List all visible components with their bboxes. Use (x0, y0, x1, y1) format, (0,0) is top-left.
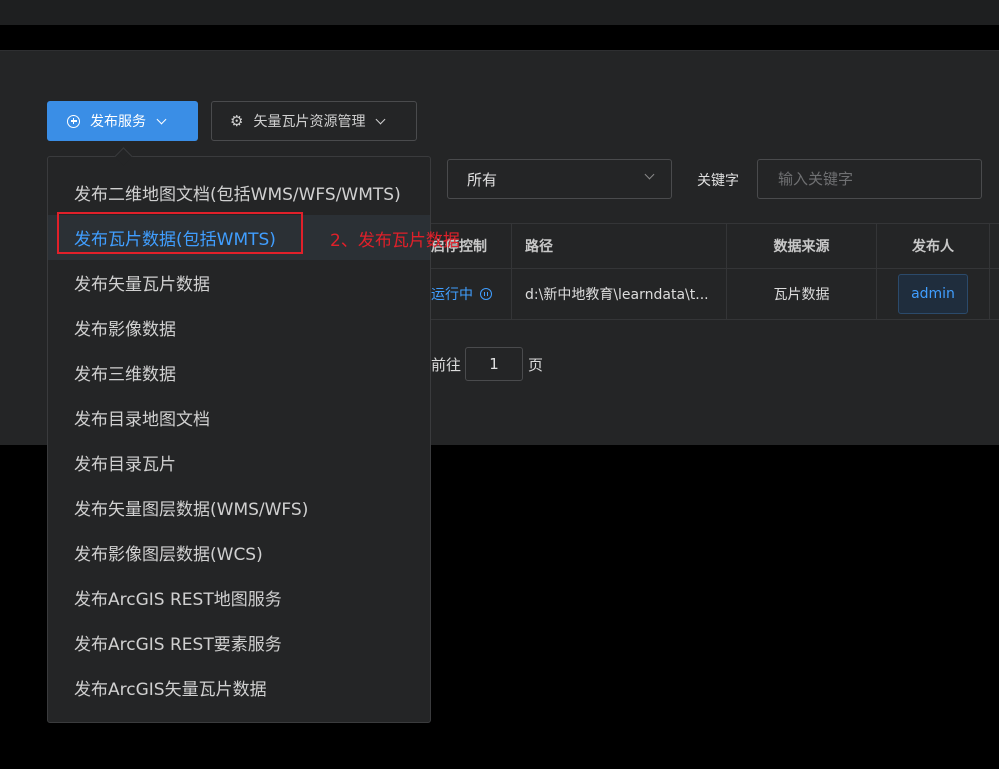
menu-item-publish-arcgis-vector-tile[interactable]: 发布ArcGIS矢量瓦片数据 (48, 665, 430, 710)
vector-tile-manage-button[interactable]: ⚙ 矢量瓦片资源管理 (211, 101, 417, 141)
page-input[interactable] (465, 347, 524, 381)
menu-item-publish-vector-layer[interactable]: 发布矢量图层数据(WMS/WFS) (48, 485, 430, 530)
type-select-value: 所有 (467, 170, 498, 189)
path-cell: d:\新中地教育\learndata\t... (512, 269, 727, 319)
source-cell: 瓦片数据 (727, 269, 877, 319)
pagination: 前往 页 (431, 347, 543, 381)
annotation-highlight-box (57, 212, 303, 254)
keyword-input[interactable] (757, 159, 982, 199)
type-select[interactable]: 所有 (447, 159, 672, 199)
header-source: 数据来源 (727, 224, 877, 268)
menu-item-publish-arcgis-map[interactable]: 发布ArcGIS REST地图服务 (48, 575, 430, 620)
annotation-text: 2、发布瓦片数据 (330, 231, 460, 251)
goto-label: 前往 (431, 355, 462, 374)
header-path: 路径 (512, 224, 727, 268)
menu-item-publish-catalog-tile[interactable]: 发布目录瓦片 (48, 440, 430, 485)
menu-item-publish-image-layer[interactable]: 发布影像图层数据(WCS) (48, 530, 430, 575)
menu-item-publish-image[interactable]: 发布影像数据 (48, 305, 430, 350)
publisher-cell: admin (877, 269, 990, 319)
chevron-down-icon (156, 114, 167, 124)
menu-item-publish-vector-tile[interactable]: 发布矢量瓦片数据 (48, 260, 430, 305)
table-header: 启停控制 路径 数据来源 发布人 (431, 224, 999, 269)
menu-item-publish-catalog-map[interactable]: 发布目录地图文档 (48, 395, 430, 440)
status-text: 运行中 (431, 287, 473, 303)
service-table: 启停控制 路径 数据来源 发布人 运行中 d:\新中地教育\learndata\… (431, 223, 999, 320)
publish-service-label: 发布服务 (90, 114, 146, 130)
menu-item-publish-3d[interactable]: 发布三维数据 (48, 350, 430, 395)
chevron-down-icon (644, 169, 655, 180)
page-unit: 页 (528, 355, 544, 374)
header-publisher: 发布人 (877, 224, 990, 268)
chevron-down-icon (376, 114, 386, 124)
plus-circle-icon (67, 114, 80, 128)
vector-tile-manage-label: 矢量瓦片资源管理 (253, 114, 366, 130)
status-cell[interactable]: 运行中 (431, 269, 512, 319)
publish-service-button[interactable]: 发布服务 (47, 101, 198, 141)
publisher-tag: admin (898, 274, 968, 314)
pause-icon[interactable] (480, 288, 492, 300)
gear-icon: ⚙ (230, 112, 244, 130)
menu-item-publish-arcgis-feature[interactable]: 发布ArcGIS REST要素服务 (48, 620, 430, 665)
menu-item-publish-2d-map[interactable]: 发布二维地图文档(包括WMS/WFS/WMTS) (48, 170, 430, 215)
top-bar (0, 0, 999, 25)
table-row: 运行中 d:\新中地教育\learndata\t... 瓦片数据 admin (431, 269, 999, 320)
keyword-label: 关键字 (697, 173, 739, 189)
